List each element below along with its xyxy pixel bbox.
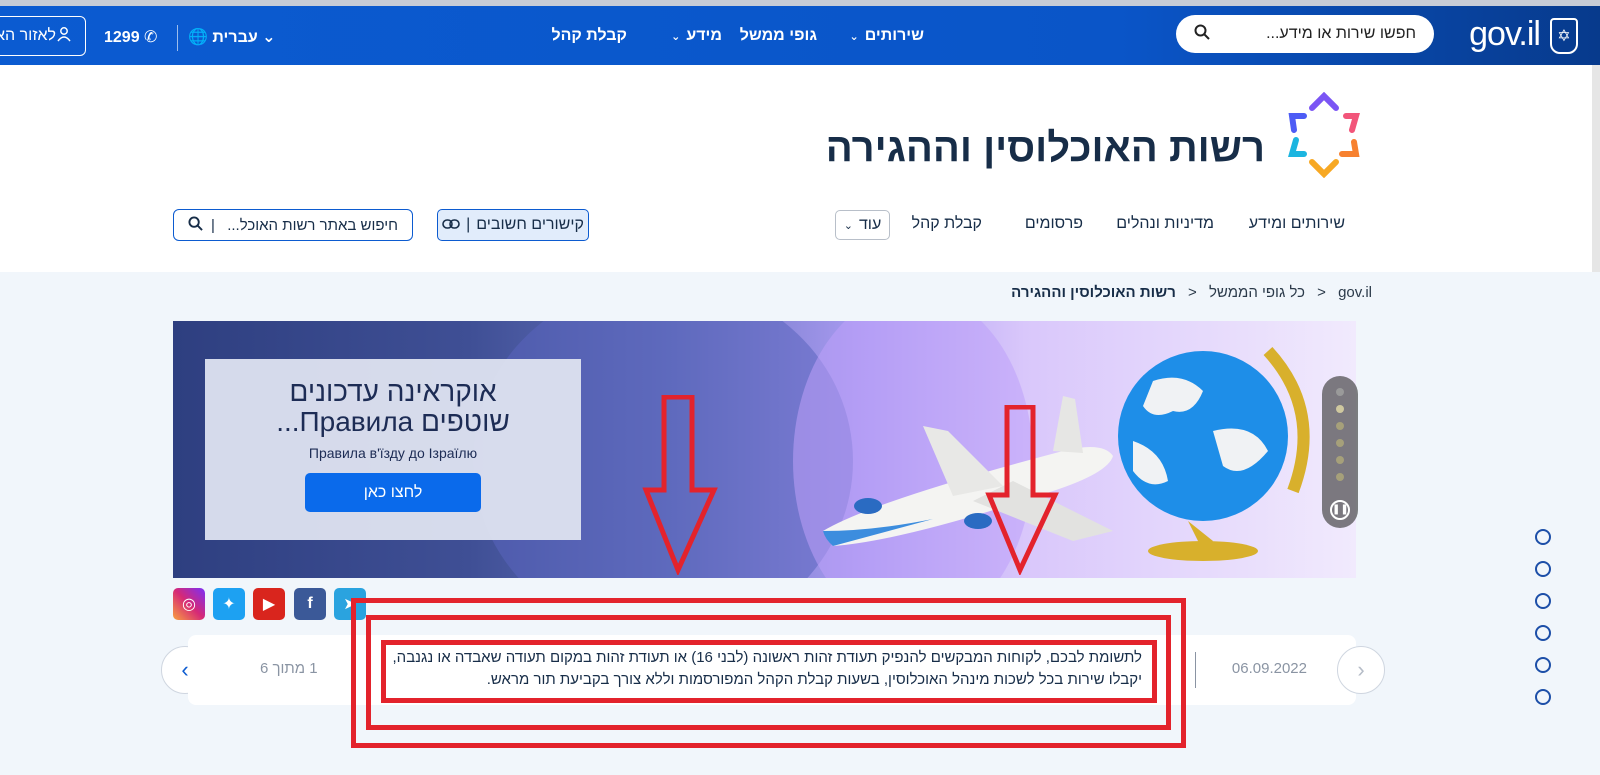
youtube-icon[interactable]: ▶ [253,588,285,620]
site-search-placeholder: חיפוש באתר רשות האוכל... [227,216,398,234]
news-prev-arrow[interactable]: › [1337,646,1385,694]
slide-dot[interactable] [1336,388,1344,396]
annotation-inner-box [381,640,1157,703]
phone-icon: ✆ [144,29,158,46]
news-divider [1195,652,1196,688]
chevron-down-icon: ⌄ [849,31,859,43]
more-menu-button[interactable]: עוד ⌄ [835,210,890,240]
chevron-down-icon: ⌄ [262,29,276,46]
hero-banner: אוקראינה עדכונים שוטפים Правила... Прави… [173,321,1356,578]
globe-icon: 🌐 [188,29,208,46]
globe-illustration [1118,346,1310,561]
topbar-divider [177,25,178,51]
section-dot[interactable] [1535,625,1551,641]
phone-number: 1299 [104,29,140,46]
search-icon[interactable] [188,215,203,235]
global-search-placeholder: חפשו שירות או מידע... [1266,25,1416,42]
promo-subtitle: Правила в'їзду до Ізраїлю [308,445,478,461]
facebook-icon[interactable]: f [294,588,326,620]
personal-area-button[interactable]: לאזור הא [0,16,86,56]
govil-topbar: ✡ gov.il חפשו שירות או מידע... שירותים ⌄ … [0,0,1600,65]
language-selector[interactable]: ⌄ עברית 🌐 [188,27,276,47]
more-label: עוד [858,216,882,233]
promo-title-line2: שוטפים Правила... [276,406,510,437]
topnav-public-reception[interactable]: קבלת קהל [551,27,627,45]
important-links-button[interactable]: קישורים חשובים | [437,209,589,241]
twitter-icon[interactable]: ✦ [213,588,245,620]
subnav-policy[interactable]: מדיניות ונהלים [1116,215,1214,233]
important-links-label: קישורים חשובים [476,216,584,233]
breadcrumb-all-bodies[interactable]: כל גופי הממשל [1209,284,1305,301]
subnav-public-reception[interactable]: קבלת קהל [912,215,982,233]
slide-dot[interactable] [1336,439,1344,447]
breadcrumb: gov.il < כל גופי הממשל < רשות האוכלוסין … [1011,284,1372,301]
search-icon[interactable] [1194,24,1210,45]
personal-area-label: לאזור הא [0,27,57,44]
chevron-down-icon: ⌄ [843,219,853,232]
slide-dot-active[interactable] [1336,405,1344,413]
govil-logo[interactable]: gov.il [1469,15,1541,54]
topnav-services[interactable]: שירותים ⌄ [850,27,925,45]
chevron-down-icon: ⌄ [671,31,681,43]
topnav-gov-bodies[interactable]: גופי ממשל [740,27,817,45]
user-icon [56,26,72,47]
link-divider: | [466,216,471,233]
search-divider: | [211,216,215,234]
breadcrumb-current: רשות האוכלוסין וההגירה [1011,284,1176,301]
breadcrumb-home[interactable]: gov.il [1338,284,1372,301]
promo-card: אוקראינה עדכונים שוטפים Правила... Прави… [205,359,581,540]
topnav-info-label: מידע [686,27,722,44]
promo-title-line1: אוקראינה עדכונים [289,376,497,407]
global-search-input[interactable]: חפשו שירות או מידע... [1176,15,1434,53]
phone-link[interactable]: 1299 ✆ [104,27,157,47]
site-search-input[interactable]: חיפוש באתר רשות האוכל... | [173,209,413,241]
office-title: רשות האוכלוסין וההגירה [825,126,1265,170]
slide-dot[interactable] [1336,456,1344,464]
section-dot[interactable] [1535,657,1551,673]
breadcrumb-separator: < [1317,284,1326,301]
language-label: עברית [212,29,258,46]
section-dot[interactable] [1535,689,1551,705]
subnav-publications[interactable]: פרסומים [1025,215,1083,233]
news-counter: 1 מתוך 6 [260,660,318,677]
pause-icon[interactable]: ❚❚ [1330,500,1350,520]
slide-dot[interactable] [1336,473,1344,481]
section-dot[interactable] [1535,529,1551,545]
section-dot[interactable] [1535,561,1551,577]
link-icon [442,216,460,234]
section-nav-dots [1535,529,1551,721]
section-dot[interactable] [1535,593,1551,609]
breadcrumb-separator: < [1188,284,1197,301]
topnav-info[interactable]: מידע ⌄ [671,27,722,45]
slider-controls: ❚❚ [1322,376,1358,528]
promo-cta-button[interactable]: לחצו כאן [305,473,481,512]
topnav-services-label: שירותים [864,27,924,44]
slide-dot[interactable] [1336,422,1344,430]
subnav-services-info[interactable]: שירותים ומידע [1249,215,1345,233]
office-star-logo[interactable] [1284,91,1364,179]
instagram-icon[interactable]: ◎ [173,588,205,620]
news-date: 06.09.2022 [1231,660,1307,677]
state-emblem-icon: ✡ [1550,18,1578,54]
